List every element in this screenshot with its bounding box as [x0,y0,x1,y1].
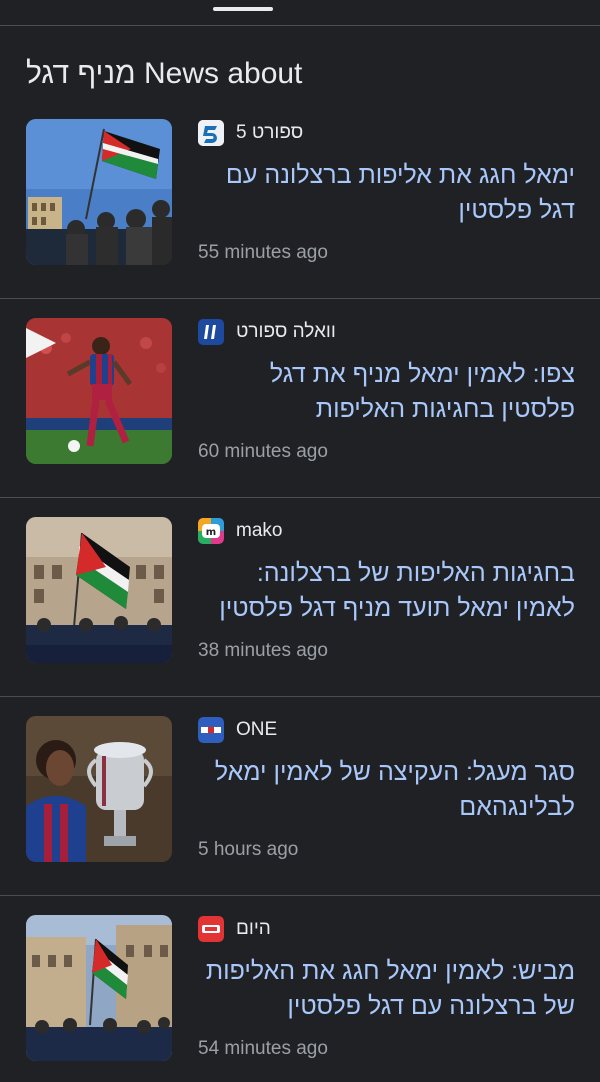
news-card[interactable]: וואלה ספורט צפו: לאמין ימאל מניף את דגל … [0,299,600,498]
news-headline[interactable]: ימאל חגג את אליפות ברצלונה עם דגל פלסטין [198,158,575,228]
soccer-player-dribbling-image [26,318,172,464]
source-name: היום [236,918,271,939]
news-thumbnail[interactable] [26,915,172,1061]
news-headline[interactable]: צפו: לאמין ימאל מניף את דגל פלסטין בחגיג… [198,357,575,427]
walla-sport-logo-icon [198,319,224,345]
news-thumbnail[interactable] [26,716,172,862]
news-thumbnail[interactable] [26,318,172,464]
news-card[interactable]: m mako בחגיגות האליפות של ברצלונה: לאמין… [0,498,600,697]
source-name: וואלה ספורט [236,321,336,342]
section-title-prefix: News about [143,57,303,90]
mako-logo-icon: m [198,518,224,544]
news-timestamp: 54 minutes ago [198,1038,328,1059]
news-headline[interactable]: מביש: לאמין ימאל חגג את האליפות של ברצלו… [198,954,575,1024]
section-title-query: מניף דגל [26,57,136,90]
top-divider [0,25,600,26]
news-thumbnail[interactable] [26,517,172,663]
one-logo-icon [198,717,224,743]
news-thumbnail[interactable] [26,119,172,265]
source-name: ספורט 5 [236,122,304,143]
parade-bus-with-flag-image [26,517,172,663]
news-timestamp: 60 minutes ago [198,441,328,462]
section-title: מניף דגל News about [26,54,302,94]
source-row: היום [198,916,271,942]
source-row: וואלה ספורט [198,319,336,345]
news-timestamp: 38 minutes ago [198,640,328,661]
parade-street-with-flag-image [26,915,172,1061]
news-card[interactable]: ספורט 5 ימאל חגג את אליפות ברצלונה עם דג… [0,100,600,299]
svg-text:m: m [206,527,216,538]
source-row: ONE [198,717,277,743]
crowd-with-palestinian-flag-image [26,119,172,265]
hayom-logo-icon [198,916,224,942]
sport5-logo-icon [198,120,224,146]
sheet-drag-handle[interactable] [213,7,273,11]
news-headline[interactable]: סגר מעגל: העקיצה של לאמין ימאל לבלינגהאם [198,755,575,825]
source-row: m mako [198,518,282,544]
player-with-trophy-image [26,716,172,862]
news-headline[interactable]: בחגיגות האליפות של ברצלונה: לאמין ימאל ת… [198,556,575,626]
source-name: ONE [236,719,278,740]
news-list: ספורט 5 ימאל חגג את אליפות ברצלונה עם דג… [0,100,600,1082]
source-row: ספורט 5 [198,120,303,146]
source-name: mako [236,520,283,541]
news-timestamp: 5 hours ago [198,839,299,860]
news-timestamp: 55 minutes ago [198,242,328,263]
news-card[interactable]: היום מביש: לאמין ימאל חגג את האליפות של … [0,896,600,1082]
news-card[interactable]: ONE סגר מעגל: העקיצה של לאמין ימאל לבלינ… [0,697,600,896]
